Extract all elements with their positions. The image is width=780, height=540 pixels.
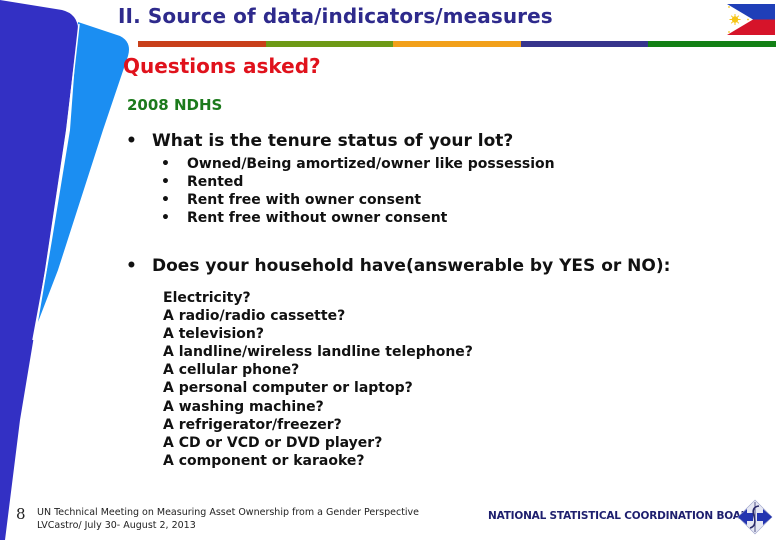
slide-subtitle: Questions asked?: [123, 54, 321, 78]
organization-name: NATIONAL STATISTICAL COORDINATION BOARD: [488, 510, 758, 522]
option-text: Rented: [187, 174, 244, 190]
slide-title: II. Source of data/indicators/measures: [118, 4, 553, 28]
list-item: A cellular phone?: [163, 362, 300, 379]
color-bar-segment-4: [520, 41, 649, 47]
bullet: •: [126, 256, 137, 276]
bullet: •: [161, 156, 170, 172]
tenure-options-list: • Owned/Being amortized/owner like posses…: [161, 155, 555, 227]
list-item: A component or karaoke?: [163, 452, 365, 469]
footer-line-1: UN Technical Meeting on Measuring Asset …: [37, 507, 420, 518]
option-text: Rent free without owner consent: [187, 210, 448, 226]
list-item: • Owned/Being amortized/owner like posses…: [161, 155, 555, 173]
question-text: What is the tenure status of your lot?: [152, 131, 514, 151]
bullet: •: [161, 174, 170, 190]
color-bar-segment-5: [648, 41, 776, 47]
list-item: Electricity?: [163, 290, 251, 306]
color-bar-segment-2: [265, 41, 394, 47]
bullet: •: [161, 210, 170, 226]
option-text: Rent free with owner consent: [187, 192, 422, 208]
nscb-logo-icon: [737, 499, 773, 535]
list-item: A refrigerator/freezer?: [163, 416, 342, 433]
bullet: •: [161, 192, 170, 208]
list-item: A washing machine?: [163, 398, 324, 415]
question-tenure: • What is the tenure status of your lot?: [126, 131, 513, 151]
list-item: A CD or VCD or DVD player?: [163, 434, 383, 451]
bullet: •: [126, 131, 137, 151]
list-item: A radio/radio cassette?: [163, 308, 346, 325]
footer-caption: UN Technical Meeting on Measuring Asset …: [37, 506, 419, 532]
list-item: • Rented: [161, 173, 555, 191]
list-item: • Rent free without owner consent: [161, 209, 555, 227]
color-bar: [138, 41, 776, 47]
list-item: A landline/wireless landline telephone?: [163, 344, 473, 361]
household-assets-list: Electricity? A radio/radio cassette? A t…: [163, 289, 473, 470]
option-text: Owned/Being amortized/owner like possess…: [187, 156, 555, 172]
survey-label: 2008 NDHS: [127, 96, 223, 114]
footer-line-2: LVCastro/ July 30- August 2, 2013: [37, 520, 196, 531]
color-bar-segment-3: [393, 41, 521, 47]
left-decoration: [0, 0, 129, 540]
list-item: A personal computer or laptop?: [163, 380, 413, 397]
question-text: Does your household have(answerable by Y…: [152, 256, 671, 276]
question-household-assets: • Does your household have(answerable by …: [126, 256, 670, 276]
list-item: • Rent free with owner consent: [161, 191, 555, 209]
color-bar-segment-1: [138, 41, 266, 47]
list-item: A television?: [163, 326, 264, 343]
dark-blue-panel: [0, 0, 78, 540]
philippine-flag-icon: [727, 4, 775, 35]
page-number: 8: [16, 505, 26, 523]
